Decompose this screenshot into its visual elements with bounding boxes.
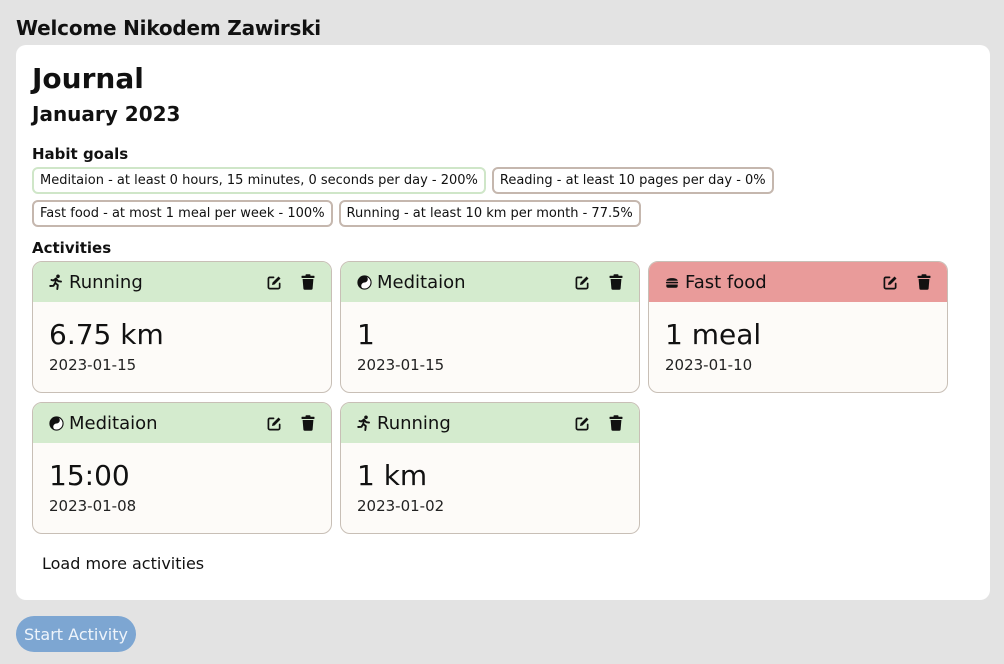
- activity-type-label: Running: [377, 412, 451, 434]
- activity-card: Meditaion 15:00 2023-01-08: [32, 402, 332, 534]
- trash-icon[interactable]: [607, 414, 625, 432]
- activity-date: 2023-01-08: [49, 497, 137, 515]
- activity-date: 2023-01-15: [49, 356, 137, 374]
- activity-card-body: 6.75 km 2023-01-15: [33, 302, 331, 374]
- habit-goal-badge: Fast food - at most 1 meal per week - 10…: [32, 200, 333, 227]
- activity-card: Fast food 1 meal 2023-01-10: [648, 261, 948, 393]
- activities-grid: Running 6.75 km 2023-01-15 Meditaion 1 2023-0…: [32, 261, 974, 534]
- activity-type-label: Running: [69, 271, 143, 293]
- habit-goal-badge: Meditaion - at least 0 hours, 15 minutes…: [32, 167, 486, 194]
- activity-value: 6.75 km: [49, 318, 164, 351]
- trash-icon[interactable]: [915, 273, 933, 291]
- running-icon: [47, 273, 65, 291]
- activity-type-label: Meditaion: [377, 271, 466, 293]
- month-heading: January 2023: [32, 102, 181, 126]
- activity-date: 2023-01-15: [357, 356, 445, 374]
- load-more-activities-link[interactable]: Load more activities: [42, 554, 204, 573]
- welcome-heading: Welcome Nikodem Zawirski: [16, 16, 321, 40]
- activity-card-body: 1 2023-01-15: [341, 302, 639, 374]
- activity-date: 2023-01-10: [665, 356, 753, 374]
- trash-icon[interactable]: [299, 273, 317, 291]
- edit-icon[interactable]: [573, 414, 591, 432]
- activity-card: Running 1 km 2023-01-02: [340, 402, 640, 534]
- activity-value: 1: [357, 318, 375, 351]
- trash-icon[interactable]: [607, 273, 625, 291]
- activity-card: Meditaion 1 2023-01-15: [340, 261, 640, 393]
- habit-goal-badge: Running - at least 10 km per month - 77.…: [338, 200, 641, 227]
- edit-icon[interactable]: [573, 273, 591, 291]
- habit-goals-list: Meditaion - at least 0 hours, 15 minutes…: [32, 167, 832, 227]
- activity-type-label: Meditaion: [69, 412, 158, 434]
- activity-card-header: Running: [341, 403, 639, 443]
- trash-icon[interactable]: [299, 414, 317, 432]
- habit-goal-badge: Reading - at least 10 pages per day - 0%: [491, 167, 774, 194]
- activity-value: 1 meal: [665, 318, 762, 351]
- activity-card-header: Running: [33, 262, 331, 302]
- running-icon: [355, 414, 373, 432]
- activity-card-body: 15:00 2023-01-08: [33, 443, 331, 515]
- activity-date: 2023-01-02: [357, 497, 445, 515]
- activity-type-label: Fast food: [685, 271, 767, 293]
- habit-goals-label: Habit goals: [32, 145, 129, 163]
- activity-card-header: Meditaion: [341, 262, 639, 302]
- activity-card-header: Fast food: [649, 262, 947, 302]
- page-title: Journal: [32, 62, 144, 95]
- activity-card-header: Meditaion: [33, 403, 331, 443]
- activity-card-body: 1 meal 2023-01-10: [649, 302, 947, 374]
- activity-value: 1 km: [357, 459, 428, 492]
- edit-icon[interactable]: [881, 273, 899, 291]
- start-activity-button[interactable]: Start Activity: [16, 616, 136, 652]
- activity-value: 15:00: [49, 459, 130, 492]
- yin-yang-icon: [355, 273, 373, 291]
- edit-icon[interactable]: [265, 273, 283, 291]
- burger-icon: [663, 273, 681, 291]
- activity-card: Running 6.75 km 2023-01-15: [32, 261, 332, 393]
- activity-card-body: 1 km 2023-01-02: [341, 443, 639, 515]
- edit-icon[interactable]: [265, 414, 283, 432]
- yin-yang-icon: [47, 414, 65, 432]
- journal-panel: Journal January 2023 Habit goals Meditai…: [16, 45, 990, 600]
- activities-label: Activities: [32, 239, 112, 257]
